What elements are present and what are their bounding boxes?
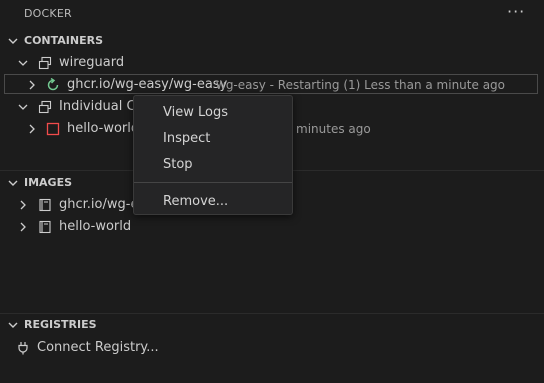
stopped-container-icon xyxy=(46,122,60,136)
menu-item-stop[interactable]: Stop xyxy=(134,153,292,177)
chevron-right-icon xyxy=(29,80,35,90)
chevron-down-icon xyxy=(8,38,18,44)
panel-title: DOCKER xyxy=(24,7,72,20)
container-group-wireguard[interactable]: wireguard xyxy=(0,52,544,74)
menu-item-inspect[interactable]: Inspect xyxy=(134,127,292,151)
menu-item-view-logs[interactable]: View Logs xyxy=(134,101,292,125)
window-group-icon xyxy=(38,56,52,70)
chevron-right-icon xyxy=(20,222,26,232)
images-header-label: IMAGES xyxy=(24,176,73,189)
group-label-individual: Individual Co xyxy=(59,99,144,114)
chevron-down-icon xyxy=(18,104,28,110)
containers-section-header[interactable]: CONTAINERS xyxy=(0,30,544,52)
container-item-wg-easy[interactable]: ghcr.io/wg-easy/wg-easy wg-easy - Restar… xyxy=(0,74,544,96)
container-name-hello-world: hello-world xyxy=(67,121,140,136)
more-actions-icon[interactable]: ··· xyxy=(507,2,525,21)
chevron-right-icon xyxy=(20,200,26,210)
connect-registry-label: Connect Registry... xyxy=(37,340,159,355)
image-icon xyxy=(39,198,51,212)
registries-section-header[interactable]: REGISTRIES xyxy=(0,314,544,336)
image-name: ghcr.io/wg-e xyxy=(59,197,139,212)
plug-icon xyxy=(18,342,28,355)
image-icon xyxy=(39,220,51,234)
chevron-down-icon xyxy=(8,322,18,328)
chevron-right-icon xyxy=(29,124,35,134)
container-image-name: ghcr.io/wg-easy/wg-easy xyxy=(67,77,228,92)
context-menu: View Logs Inspect Stop Remove... xyxy=(133,95,293,215)
menu-separator xyxy=(134,182,292,183)
restart-icon xyxy=(47,78,59,91)
connect-registry-item[interactable]: Connect Registry... xyxy=(0,337,544,359)
window-group-icon xyxy=(38,100,52,114)
chevron-down-icon xyxy=(8,180,18,186)
menu-item-remove[interactable]: Remove... xyxy=(134,190,292,214)
chevron-down-icon xyxy=(18,60,28,66)
group-label-wireguard: wireguard xyxy=(59,55,125,70)
container-status-description: minutes ago xyxy=(296,122,371,136)
container-status-description: wg-easy - Restarting (1) Less than a min… xyxy=(216,78,506,92)
image-name: hello-world xyxy=(59,219,132,234)
image-item[interactable]: hello-world xyxy=(0,216,544,238)
containers-header-label: CONTAINERS xyxy=(24,34,103,47)
registries-header-label: REGISTRIES xyxy=(24,318,97,331)
